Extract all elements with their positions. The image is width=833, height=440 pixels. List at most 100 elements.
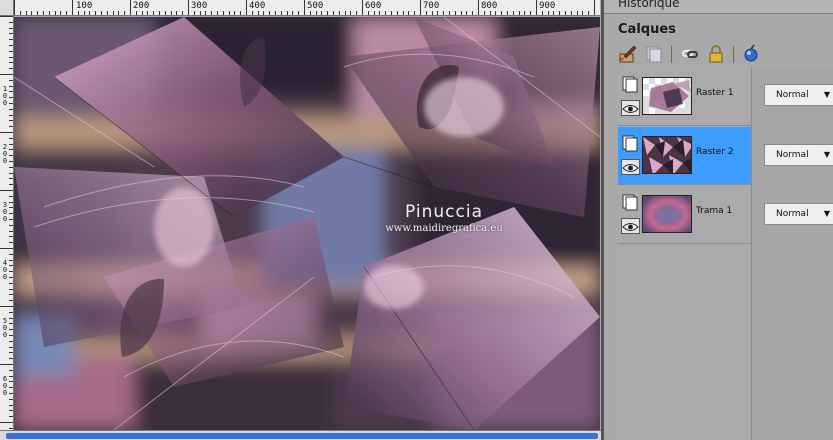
ruler-tick: [101, 11, 102, 15]
ruler-tick: [182, 11, 184, 15]
ruler-tick: [9, 277, 13, 278]
ruler-tick: [9, 288, 13, 290]
link-icon[interactable]: [680, 44, 700, 64]
ruler-tick: [9, 21, 13, 23]
ruler-left-label: 100: [2, 85, 8, 107]
ruler-tick: [0, 364, 13, 365]
eye-icon[interactable]: [621, 218, 640, 234]
ruler-tick: [77, 11, 79, 15]
ruler-tick: [443, 11, 445, 15]
ruler-tick: [9, 387, 13, 389]
layer-row-raster-1[interactable]: Raster 1: [618, 68, 752, 126]
layer-mask-icon[interactable]: [622, 76, 639, 93]
ruler-left-label: 400: [2, 259, 8, 281]
ruler-tick: [304, 0, 305, 15]
blend-mode-select[interactable]: Normal ▼: [764, 84, 833, 106]
ruler-tick: [518, 11, 520, 15]
ruler-tick: [275, 11, 276, 15]
blend-mode-value: Normal: [776, 209, 809, 219]
ruler-tick: [9, 97, 13, 99]
ruler-tick: [60, 11, 62, 15]
ruler-tick: [205, 11, 207, 15]
ruler-tick: [9, 259, 13, 261]
ruler-tick: [0, 132, 13, 133]
ruler-tick: [9, 50, 13, 52]
ruler-tick: [530, 11, 532, 15]
layer-name[interactable]: Trama 1: [696, 206, 732, 216]
ruler-tick: [576, 11, 578, 15]
horizontal-scrollbar-thumb[interactable]: [6, 433, 598, 439]
layer-list: Raster 1 Raster 2 Trama 1: [618, 68, 752, 440]
ruler-top-label: 600: [365, 1, 382, 11]
layer-properties-icon[interactable]: [741, 44, 761, 64]
ruler-tick: [431, 11, 433, 15]
ruler-tick: [321, 11, 323, 15]
ruler-tick: [83, 11, 85, 15]
ruler-tick: [211, 11, 213, 15]
ruler-top-label: 700: [423, 1, 440, 11]
ruler-top-label: 900: [539, 1, 556, 11]
ruler-tick: [536, 0, 537, 15]
lock-icon[interactable]: [706, 44, 726, 64]
ruler-tick: [251, 11, 253, 15]
ruler-tick: [9, 323, 13, 325]
ruler-tick: [9, 242, 13, 244]
ruler-left-label: 500: [2, 317, 8, 339]
ruler-tick: [570, 11, 572, 15]
ruler-tick: [9, 294, 13, 296]
ruler-left-label: 600: [2, 375, 8, 397]
ruler-tick: [9, 329, 13, 331]
ruler-tick: [9, 404, 13, 406]
ruler-tick: [141, 11, 143, 15]
layer-thumbnail: [642, 77, 692, 115]
ruler-top-label: 100: [76, 1, 93, 11]
ruler-tick: [9, 161, 13, 162]
ruler-tick: [367, 11, 369, 15]
layer-row-trama-1[interactable]: Trama 1: [618, 186, 752, 244]
ruler-tick: [89, 11, 91, 15]
ruler-tick: [315, 11, 317, 15]
layer-thumbnail: [642, 136, 692, 174]
layers-panel-title: Calques: [618, 22, 676, 37]
history-panel-header[interactable]: Historique: [604, 0, 833, 14]
ruler-tick: [199, 11, 201, 15]
ruler-tick: [54, 11, 56, 15]
ruler-tick: [9, 410, 13, 412]
layer-row-raster-2[interactable]: Raster 2: [618, 127, 752, 185]
ruler-tick: [449, 11, 450, 15]
horizontal-scrollbar[interactable]: [0, 430, 604, 440]
ruler-tick: [582, 11, 584, 15]
eye-icon[interactable]: [621, 100, 640, 116]
ruler-tick: [170, 11, 172, 15]
ruler-tick: [246, 0, 247, 15]
ruler-tick: [0, 422, 13, 423]
eye-icon[interactable]: [621, 159, 640, 175]
ruler-tick: [9, 114, 13, 116]
blend-mode-select[interactable]: Normal ▼: [764, 203, 833, 225]
layers-toolbar: [616, 44, 816, 66]
ruler-tick: [414, 11, 416, 15]
ruler-tick: [9, 178, 13, 180]
ruler-tick: [9, 184, 13, 186]
layer-name[interactable]: Raster 2: [696, 147, 734, 157]
ruler-tick: [72, 0, 73, 15]
ruler-tick: [9, 172, 13, 174]
ruler-top: 100 200 300 400 500 600 700 800 900: [14, 0, 600, 16]
new-layer-brush-icon[interactable]: [618, 44, 638, 64]
ruler-tick: [338, 11, 340, 15]
layer-mask-icon[interactable]: [622, 135, 639, 152]
ruler-tick: [559, 11, 561, 15]
layer-mask-icon[interactable]: [622, 194, 639, 211]
ruler-tick: [420, 0, 421, 15]
ruler-tick: [501, 11, 503, 15]
layer-name[interactable]: Raster 1: [696, 88, 734, 98]
image-canvas[interactable]: Pinuccia www.maidiregrafica.eu: [14, 17, 600, 430]
ruler-tick: [188, 0, 189, 15]
ruler-tick: [356, 11, 358, 15]
blend-mode-select[interactable]: Normal ▼: [764, 144, 833, 166]
ruler-tick: [292, 11, 294, 15]
duplicate-layer-icon[interactable]: [644, 44, 664, 64]
ruler-tick: [0, 190, 13, 191]
ruler-tick: [9, 103, 13, 104]
ruler-tick: [9, 381, 13, 383]
